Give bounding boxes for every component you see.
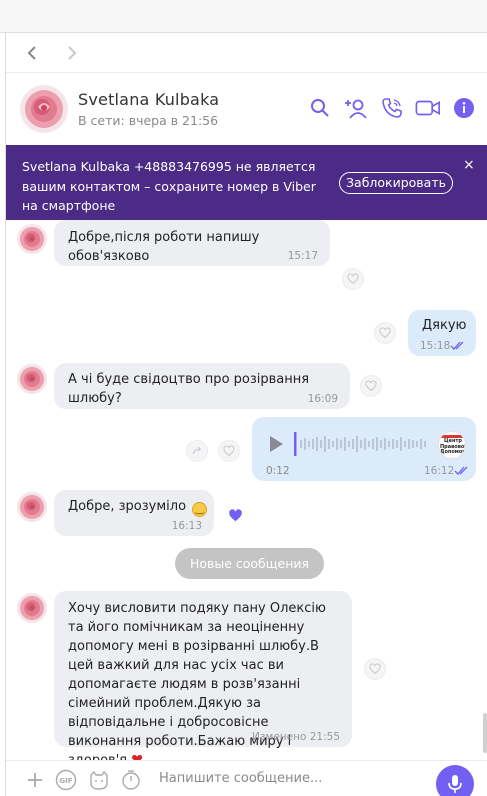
message-time: 15:18	[420, 340, 451, 352]
mic-icon	[448, 775, 462, 793]
add-contact-icon	[345, 99, 367, 119]
scrollbar[interactable]	[483, 73, 487, 760]
info-button[interactable]	[451, 95, 477, 121]
like-button[interactable]	[364, 658, 386, 680]
header-actions	[297, 95, 477, 121]
heart-icon	[347, 273, 359, 285]
voice-duration: 0:12	[266, 465, 290, 477]
message-time: 16:09	[307, 393, 338, 405]
sticker-icon	[90, 770, 108, 790]
sticker-button[interactable]	[88, 769, 110, 791]
chat-window: Svetlana Kulbaka В сети: вчера в 21:56 S…	[5, 33, 487, 796]
play-button[interactable]	[266, 434, 286, 454]
heart-icon	[369, 663, 381, 675]
message-bubble[interactable]: Добре, зрозуміло ‿ 16:13	[54, 490, 214, 536]
message-text: Дякую	[422, 318, 467, 333]
read-check-icon	[450, 341, 464, 350]
voice-message[interactable]: Центр Правової Допомоги 0:12 16:12	[252, 417, 476, 481]
search-icon	[311, 99, 329, 117]
avatar[interactable]	[20, 85, 68, 133]
heart-icon	[223, 445, 235, 457]
message-composer: GIF Напишите сообщение...	[6, 760, 487, 796]
window-top-strip	[0, 0, 487, 33]
like-button[interactable]	[342, 268, 364, 290]
banner-text: Svetlana Kulbaka +48883476995 не являетс…	[22, 159, 316, 213]
navigation-bar	[6, 33, 487, 73]
sender-thumbnail: Центр Правової Допомоги	[438, 431, 466, 459]
message-text: Добре, зрозуміло ‿	[68, 497, 208, 517]
heart-icon	[379, 327, 391, 339]
avatar[interactable]	[17, 593, 47, 623]
message-bubble[interactable]: Добре,після роботи напишу обов'язково 15…	[54, 220, 330, 266]
voice-record-button[interactable]	[436, 765, 474, 796]
svg-text:GIF: GIF	[59, 777, 72, 785]
gif-button[interactable]: GIF	[55, 769, 77, 791]
share-icon	[192, 446, 202, 455]
attach-button[interactable]	[24, 769, 46, 791]
message-bubble[interactable]: Дякую 15:18	[408, 310, 476, 356]
search-button[interactable]	[307, 95, 333, 121]
waveform	[294, 432, 426, 456]
block-button[interactable]: Заблокировать	[339, 172, 453, 194]
gif-icon: GIF	[55, 769, 77, 791]
share-button[interactable]	[186, 440, 208, 462]
timer-button[interactable]	[120, 769, 142, 791]
heart-icon	[228, 509, 242, 522]
forward-button[interactable]	[60, 41, 84, 65]
message-edited-time: Изменено 21:55	[251, 731, 340, 743]
avatar[interactable]	[17, 364, 47, 394]
contact-name[interactable]: Svetlana Kulbaka	[78, 90, 219, 109]
close-icon[interactable]: ×	[463, 157, 475, 173]
message-time: 15:17	[287, 250, 318, 262]
avatar[interactable]	[17, 224, 47, 254]
add-contact-button[interactable]	[343, 95, 369, 121]
back-button[interactable]	[20, 41, 44, 65]
forward-icon	[68, 45, 77, 60]
heart-icon	[365, 380, 377, 392]
message-bubble[interactable]: Хочу висловити подяку пану Олексію та йо…	[54, 591, 352, 760]
unknown-contact-banner: Svetlana Kulbaka +48883476995 не являетс…	[6, 145, 487, 220]
thumbnail-text: Центр Правової Допомоги	[440, 438, 466, 455]
video-call-button[interactable]	[415, 95, 441, 121]
like-button[interactable]	[360, 375, 382, 397]
call-button[interactable]	[379, 95, 405, 121]
message-time: 16:13	[171, 520, 202, 532]
message-bubble[interactable]: А чі буде свідоцтво про розірвання шлюбу…	[54, 363, 350, 409]
smile-emoji-icon: ‿	[192, 502, 208, 517]
phone-icon	[382, 98, 402, 118]
message-text-body: Добре, зрозуміло	[68, 499, 187, 514]
message-time: 16:12	[424, 465, 455, 477]
info-icon	[454, 98, 474, 118]
read-check-icon	[454, 466, 468, 475]
new-messages-divider: Новые сообщения	[175, 548, 324, 579]
contact-status: В сети: вчера в 21:56	[78, 113, 219, 128]
plus-icon	[28, 773, 42, 787]
timer-icon	[122, 770, 140, 790]
play-icon	[270, 436, 283, 452]
scrollbar-thumb[interactable]	[483, 713, 487, 753]
like-button[interactable]	[224, 504, 246, 526]
contact-info: Svetlana Kulbaka В сети: вчера в 21:56	[78, 90, 219, 128]
like-button[interactable]	[374, 322, 396, 344]
back-icon	[27, 45, 36, 60]
message-list: Добре,після роботи напишу обов'язково 15…	[6, 220, 487, 760]
video-icon	[415, 100, 440, 116]
avatar[interactable]	[17, 492, 47, 522]
chat-header: Svetlana Kulbaka В сети: вчера в 21:56	[6, 73, 487, 145]
message-input[interactable]: Напишите сообщение...	[159, 771, 322, 786]
like-button[interactable]	[218, 440, 240, 462]
heart-emoji-icon: ❤	[131, 752, 143, 760]
